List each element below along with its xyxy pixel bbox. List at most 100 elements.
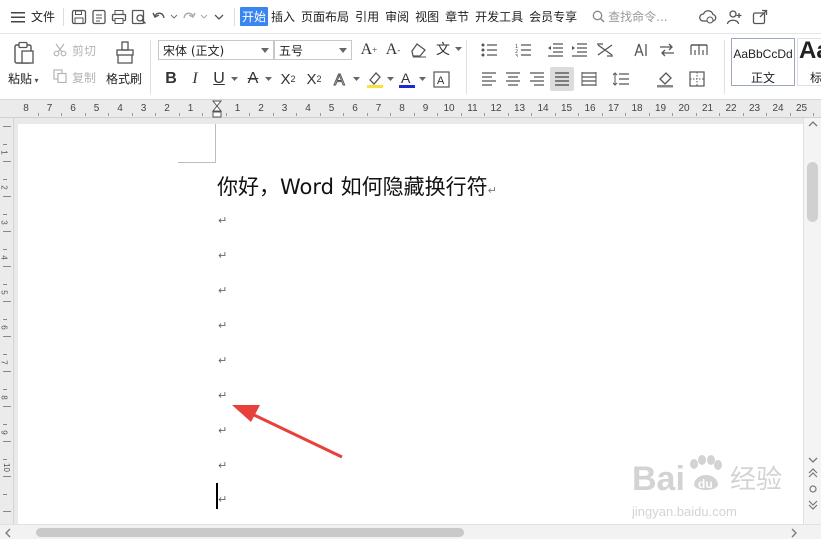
italic-icon[interactable]: I [184,68,206,90]
ruler-tick-mark [554,113,556,116]
borders-icon[interactable] [686,68,708,90]
tab-developer[interactable]: 开发工具 [472,8,526,25]
bold-icon[interactable]: B [160,68,182,90]
file-menu[interactable]: 文件 [28,8,58,25]
subscript-icon[interactable]: X2 [302,68,326,90]
highlight-icon[interactable] [364,68,386,90]
select-browse-icon[interactable] [808,484,818,494]
tab-references[interactable]: 引用 [352,8,382,25]
undo-icon[interactable] [149,7,169,27]
ruler-tick-label: 6 [0,325,9,330]
font-color-icon[interactable]: A [396,68,418,90]
font-name-select[interactable]: 宋体 (正文) [158,40,274,60]
align-left-icon[interactable] [478,68,500,90]
phonetic-guide-icon[interactable]: 文 [432,38,454,60]
align-right-icon[interactable] [526,68,548,90]
superscript-icon[interactable]: X2 [276,68,300,90]
scroll-up-icon[interactable] [808,120,818,128]
increase-font-icon[interactable]: A + [358,40,380,60]
paragraph-mark[interactable]: ↵ [218,214,227,227]
tab-view[interactable]: 视图 [412,8,442,25]
command-search[interactable]: 查找命令... [592,8,668,25]
shading-icon[interactable] [654,68,676,90]
horizontal-ruler[interactable]: 8 7 6 5 4 3 2 1 1 2 3 4 5 6 7 8 9 10 11 12 13 14 15 16 17 18 19 20 2… [0,100,821,118]
cloud-sync-icon[interactable] [698,7,718,27]
save-icon[interactable] [69,7,89,27]
tab-home[interactable]: 开始 [240,7,269,26]
scroll-down-icon[interactable] [808,456,818,464]
export-pdf-icon[interactable] [89,7,109,27]
redo-dropdown-icon[interactable] [199,7,209,27]
increase-indent-icon[interactable] [568,40,590,60]
chevron-down-icon[interactable] [418,74,426,84]
chinese-layout-icon[interactable] [594,40,616,60]
horizontal-scroll-thumb[interactable] [36,528,464,537]
redo-icon[interactable] [179,7,199,27]
font-size-select[interactable]: 五号 [274,40,352,60]
text-direction-icon[interactable] [630,40,652,60]
undo-dropdown-icon[interactable] [169,7,179,27]
decrease-indent-icon[interactable] [544,40,566,60]
ruler-tick-mark [131,113,133,116]
clear-format-icon[interactable] [408,40,430,60]
document-title-line[interactable]: 你好，Word 如何隐藏换行符↵ [217,171,497,201]
underline-icon[interactable]: U [208,68,230,90]
chevron-down-icon[interactable] [352,74,360,84]
text-effect-icon[interactable]: A [330,68,352,90]
chevron-down-icon[interactable] [230,74,238,84]
format-painter-icon[interactable] [112,40,138,66]
strikethrough-icon[interactable]: A [242,68,264,90]
share-icon[interactable] [750,7,770,27]
indent-marker-icon[interactable] [210,100,224,118]
bullet-list-icon[interactable] [478,40,500,60]
cut-button[interactable]: 剪切 [72,42,96,59]
decrease-font-icon[interactable]: A- [382,40,404,60]
chevron-down-icon[interactable] [264,74,272,84]
scroll-left-icon[interactable] [4,528,12,538]
numbered-list-icon[interactable]: 123 [512,40,534,60]
paste-button[interactable]: 粘贴 ▾ [8,70,39,87]
ruler-tick-label: 7 [375,103,382,114]
copy-button[interactable]: 复制 [72,69,96,86]
print-preview-icon[interactable] [129,7,149,27]
paste-icon[interactable] [10,40,38,66]
style-normal[interactable]: AaBbCcDd 正文 [731,38,795,86]
scroll-right-icon[interactable] [790,528,798,538]
menu-icon[interactable] [8,7,28,27]
previous-page-icon[interactable] [808,468,818,478]
ruler-tick-label: 5 [328,103,335,114]
paragraph-mark[interactable]: ↵ [218,249,227,262]
horizontal-scrollbar[interactable] [0,524,821,539]
vertical-ruler[interactable]: 1 2 3 4 5 6 7 8 9 10 [0,118,14,530]
next-page-icon[interactable] [808,500,818,510]
paragraph-mark[interactable]: ↵ [218,354,227,367]
chevron-down-icon[interactable] [386,74,394,84]
ruler-tick-mark [3,371,11,372]
collaborate-icon[interactable] [724,7,744,27]
customize-toolbar-icon[interactable] [209,7,229,27]
tab-insert[interactable]: 插入 [268,8,298,25]
ruler-tick-mark [3,511,11,512]
vertical-scroll-thumb[interactable] [807,162,818,222]
align-center-icon[interactable] [502,68,524,90]
distribute-icon[interactable] [578,68,600,90]
tab-section[interactable]: 章节 [442,8,472,25]
chevron-down-icon[interactable] [454,44,462,54]
style-heading[interactable]: Aa 标 [797,37,821,86]
paragraph-mark[interactable]: ↵ [218,284,227,297]
print-icon[interactable] [109,7,129,27]
tab-review[interactable]: 审阅 [382,8,412,25]
copy-icon[interactable] [52,68,68,84]
paragraph-mark[interactable]: ↵ [218,319,227,332]
format-painter-button[interactable]: 格式刷 [106,70,142,87]
cut-icon[interactable] [52,42,68,58]
sort-icon[interactable] [656,40,678,60]
paragraph-mark[interactable]: ↵ [218,493,227,506]
justify-icon[interactable] [550,67,574,91]
line-spacing-icon[interactable] [610,68,632,90]
char-border-icon[interactable]: A [430,68,452,90]
tab-page-layout[interactable]: 页面布局 [298,8,352,25]
vertical-scrollbar[interactable] [803,118,821,524]
tab-member[interactable]: 会员专享 [526,8,580,25]
show-hide-marks-icon[interactable] [688,40,710,60]
